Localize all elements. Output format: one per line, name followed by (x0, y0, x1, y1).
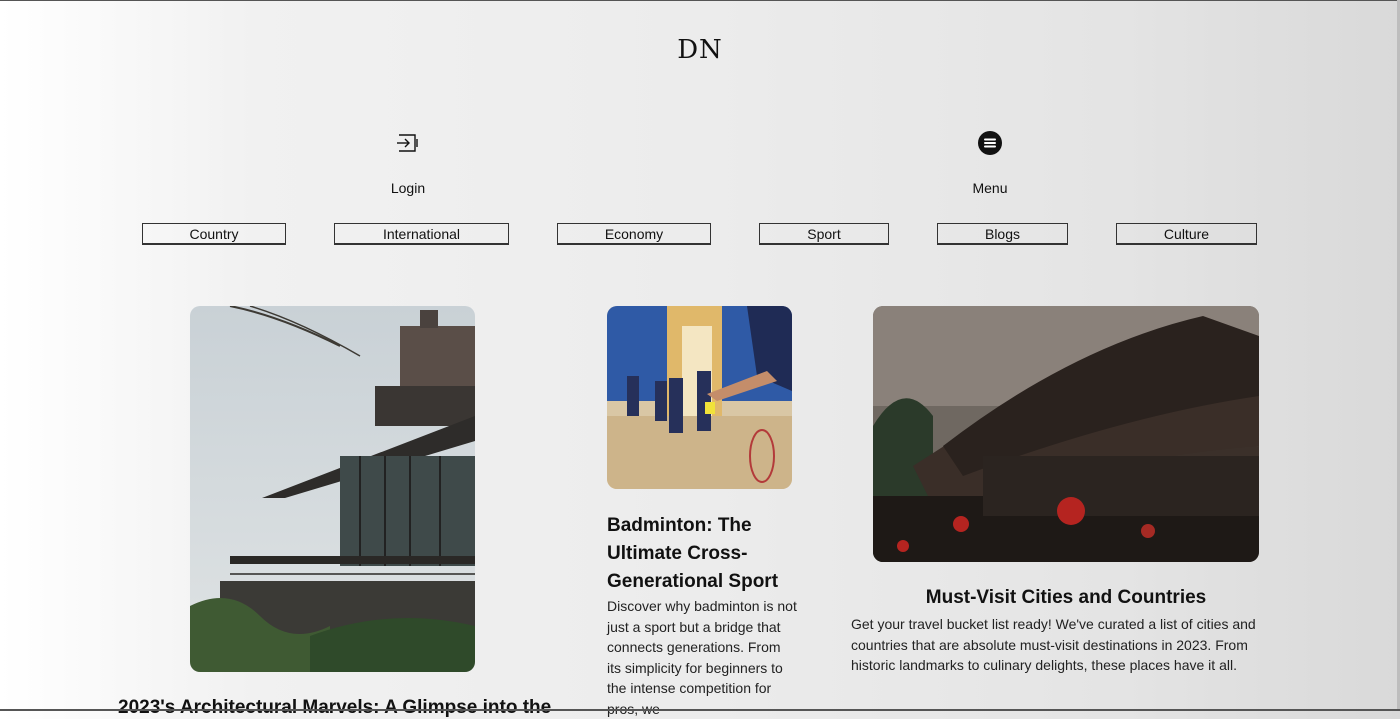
logo-text: DN (677, 35, 723, 65)
login-icon (397, 134, 418, 152)
menu-label: Menu (972, 180, 1008, 196)
menu-button[interactable]: Menu (950, 130, 1030, 196)
badminton-article-image[interactable] (607, 306, 792, 489)
cities-article-image[interactable] (873, 306, 1259, 562)
architecture-article-title[interactable]: 2023's Architectural Marvels: A Glimpse … (118, 697, 551, 719)
nav-sport-button[interactable]: Sport (759, 223, 889, 245)
site-logo[interactable]: DN (660, 30, 740, 70)
login-button[interactable]: Login (368, 130, 448, 196)
nav-country-button[interactable]: Country (142, 223, 286, 245)
badminton-article-description: Discover why badminton is not just a spo… (607, 598, 797, 717)
cities-article-title[interactable]: Must-Visit Cities and Countries (873, 587, 1259, 609)
nav-culture-button[interactable]: Culture (1116, 223, 1257, 245)
nav-economy-button[interactable]: Economy (557, 223, 711, 245)
login-label: Login (390, 180, 426, 196)
nav-blogs-button[interactable]: Blogs (937, 223, 1068, 245)
window-top-border (0, 0, 1400, 1)
cities-article-description: Get your travel bucket list ready! We've… (851, 616, 1256, 673)
menu-icon (978, 131, 1002, 155)
badminton-article-title[interactable]: Badminton: The Ultimate Cross-Generation… (607, 512, 797, 596)
nav-international-button[interactable]: International (334, 223, 509, 245)
architecture-article-image[interactable] (190, 306, 475, 672)
